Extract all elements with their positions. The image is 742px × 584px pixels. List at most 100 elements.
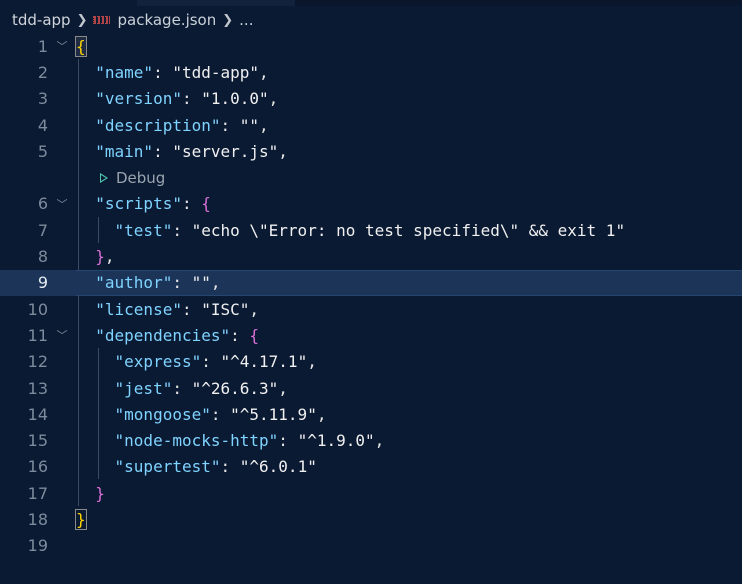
line-content: "node-mocks-http": "^1.9.0", bbox=[114, 431, 385, 451]
breadcrumb-file-label: package.json bbox=[117, 11, 217, 29]
json-value: "" bbox=[191, 273, 211, 293]
json-value: "echo \"Error: no test specified\" && ex… bbox=[191, 220, 626, 240]
fold-chevron-icon[interactable]: ﹀ bbox=[48, 196, 76, 212]
editor: tdd-app ❯ package.json ❯ ... 1 ﹀ { 2 "na… bbox=[0, 0, 742, 584]
code-area[interactable]: 1 ﹀ { 2 "name": "tdd-app", 3 "version": … bbox=[0, 33, 742, 559]
code-line[interactable]: 11 ﹀ "dependencies": { bbox=[0, 322, 742, 348]
brace-open: { bbox=[249, 325, 260, 345]
line-number: 6 bbox=[37, 194, 48, 214]
debug-label: Debug bbox=[116, 168, 166, 187]
chevron-right-icon: ❯ bbox=[222, 12, 234, 28]
line-content: "main": "server.js", bbox=[95, 141, 288, 161]
line-number: 13 bbox=[27, 378, 48, 398]
line-content: "author": "", bbox=[95, 273, 221, 293]
json-value: "^5.11.9" bbox=[230, 404, 317, 424]
line-content: "license": "ISC", bbox=[95, 299, 260, 319]
json-value: "server.js" bbox=[172, 141, 279, 161]
code-line[interactable]: 14 "mongoose": "^5.11.9", bbox=[0, 401, 742, 427]
line-number: 1 bbox=[37, 36, 48, 56]
line-content: { bbox=[75, 35, 87, 57]
line-content: } bbox=[75, 508, 87, 530]
breadcrumb: tdd-app ❯ package.json ❯ ... bbox=[0, 7, 253, 33]
code-line[interactable]: 15 "node-mocks-http": "^1.9.0", bbox=[0, 427, 742, 453]
code-line[interactable]: 2 "name": "tdd-app", bbox=[0, 59, 742, 85]
line-content: } bbox=[76, 484, 105, 503]
line-number: 17 bbox=[27, 483, 48, 503]
json-value: "" bbox=[239, 115, 260, 135]
codelens-row: Debug bbox=[0, 164, 742, 190]
debug-codelens[interactable]: Debug bbox=[76, 169, 165, 187]
line-number: 9 bbox=[37, 273, 48, 293]
code-line[interactable]: 4 "description": "", bbox=[0, 112, 742, 138]
line-content: "test": "echo \"Error: no test specified… bbox=[114, 220, 626, 240]
code-line[interactable]: 13 "jest": "^26.6.3", bbox=[0, 375, 742, 401]
line-content: "description": "", bbox=[95, 115, 269, 135]
breadcrumb-file[interactable]: package.json bbox=[93, 11, 216, 29]
json-key: "node-mocks-http" bbox=[114, 431, 279, 451]
line-content: "version": "1.0.0", bbox=[95, 89, 279, 109]
tab-strip bbox=[0, 0, 742, 6]
json-key: "description" bbox=[95, 115, 221, 135]
brace-open: { bbox=[201, 194, 211, 214]
code-line[interactable]: 19 bbox=[0, 533, 742, 559]
json-value: "tdd-app" bbox=[172, 62, 260, 82]
code-line[interactable]: 6 ﹀ "scripts": { bbox=[0, 191, 742, 217]
line-number: 3 bbox=[37, 89, 48, 109]
json-value: "^1.9.0" bbox=[297, 431, 375, 451]
line-number: 7 bbox=[37, 220, 48, 240]
line-content: "name": "tdd-app", bbox=[95, 62, 269, 82]
line-number: 12 bbox=[27, 352, 48, 372]
code-line[interactable]: 16 "supertest": "^6.0.1" bbox=[0, 454, 742, 480]
line-number: 2 bbox=[37, 62, 48, 82]
json-key: "dependencies" bbox=[95, 325, 231, 345]
json-key: "supertest" bbox=[114, 457, 221, 477]
json-key: "mongoose" bbox=[114, 404, 211, 424]
line-content: "scripts": { bbox=[95, 194, 211, 214]
line-content: "jest": "^26.6.3", bbox=[114, 378, 288, 398]
tab-bar-empty bbox=[295, 0, 742, 6]
code-line[interactable]: 17 } bbox=[0, 480, 742, 506]
brace-close: } bbox=[75, 508, 87, 530]
play-icon bbox=[100, 172, 108, 183]
breadcrumb-folder[interactable]: tdd-app bbox=[0, 11, 71, 29]
json-key: "license" bbox=[95, 299, 182, 319]
code-line[interactable]: 10 "license": "ISC", bbox=[0, 296, 742, 322]
line-number: 10 bbox=[27, 299, 48, 319]
code-line[interactable]: 3 "version": "1.0.0", bbox=[0, 86, 742, 112]
line-content: "express": "^4.17.1", bbox=[114, 352, 317, 372]
json-key: "main" bbox=[95, 141, 154, 161]
json-value: "^4.17.1" bbox=[220, 352, 308, 372]
code-line[interactable]: 5 "main": "server.js", bbox=[0, 138, 742, 164]
json-key: "express" bbox=[114, 352, 202, 372]
line-content: }, bbox=[95, 247, 115, 267]
line-number: 16 bbox=[27, 457, 48, 477]
code-line[interactable]: 7 "test": "echo \"Error: no test specifi… bbox=[0, 217, 742, 243]
code-line[interactable]: 8 }, bbox=[0, 243, 742, 269]
json-value: "^26.6.3" bbox=[191, 378, 279, 398]
json-value: "^6.0.1" bbox=[239, 457, 317, 477]
code-line[interactable]: 18 } bbox=[0, 506, 742, 532]
tab-remnant[interactable] bbox=[137, 0, 295, 6]
line-number: 11 bbox=[27, 325, 48, 345]
brace-open: { bbox=[75, 35, 87, 57]
line-number: 14 bbox=[27, 404, 48, 424]
line-number: 19 bbox=[27, 536, 48, 556]
tab-active-remnant[interactable] bbox=[0, 0, 137, 6]
code-line-active[interactable]: 9 "author": "", bbox=[0, 269, 742, 297]
line-content: "mongoose": "^5.11.9", bbox=[114, 404, 327, 424]
json-value: "ISC" bbox=[201, 299, 250, 319]
fold-chevron-icon[interactable]: ﹀ bbox=[48, 327, 76, 343]
line-content: "supertest": "^6.0.1" bbox=[114, 457, 317, 477]
line-number: 5 bbox=[37, 141, 48, 161]
fold-chevron-icon[interactable]: ﹀ bbox=[48, 38, 76, 54]
json-file-icon bbox=[93, 16, 111, 24]
line-content: "dependencies": { bbox=[95, 325, 260, 345]
line-number: 15 bbox=[27, 431, 48, 451]
brace-close: } bbox=[95, 247, 105, 267]
code-line[interactable]: 12 "express": "^4.17.1", bbox=[0, 349, 742, 375]
code-line[interactable]: 1 ﹀ { bbox=[0, 33, 742, 59]
json-key: "author" bbox=[95, 273, 173, 293]
json-key: "version" bbox=[95, 89, 182, 109]
breadcrumb-ellipsis[interactable]: ... bbox=[239, 11, 253, 29]
line-number: 4 bbox=[37, 115, 48, 135]
